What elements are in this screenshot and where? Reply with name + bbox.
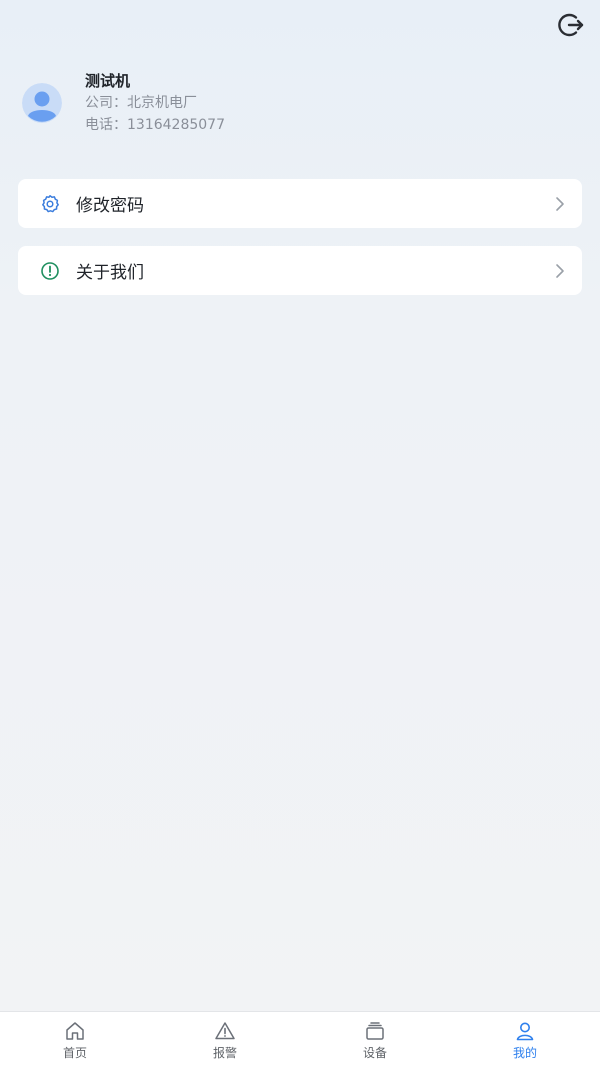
change-password-label: 修改密码 xyxy=(76,196,144,216)
about-us-item[interactable]: 关于我们 xyxy=(18,246,582,295)
tab-mine-label: 我的 xyxy=(512,1046,537,1060)
profile-phone: 电话：13164285077 xyxy=(85,117,225,133)
chevron-right-icon xyxy=(552,196,568,212)
tab-device-label: 设备 xyxy=(362,1046,387,1060)
gear-icon xyxy=(40,194,60,214)
about-us-label: 关于我们 xyxy=(76,263,144,283)
profile-name: 测试机 xyxy=(85,72,131,90)
profile-company: 公司：北京机电厂 xyxy=(85,95,197,111)
device-icon xyxy=(364,1020,386,1042)
tab-home-label: 首页 xyxy=(62,1046,87,1060)
user-icon xyxy=(514,1020,536,1042)
logout-button[interactable] xyxy=(556,10,586,40)
tab-device[interactable]: 设备 xyxy=(300,1012,450,1067)
tab-mine[interactable]: 我的 xyxy=(450,1012,600,1067)
logout-icon xyxy=(558,13,584,37)
home-icon xyxy=(64,1020,86,1042)
tab-alarm-label: 报警 xyxy=(212,1046,237,1060)
warning-icon xyxy=(214,1020,236,1042)
tab-alarm[interactable]: 报警 xyxy=(150,1012,300,1067)
chevron-right-icon xyxy=(552,263,568,279)
info-circle-icon xyxy=(40,261,60,281)
user-avatar-icon xyxy=(22,83,62,123)
tab-home[interactable]: 首页 xyxy=(0,1012,150,1067)
change-password-item[interactable]: 修改密码 xyxy=(18,179,582,228)
avatar xyxy=(22,83,62,123)
bottom-tab-bar: 首页 报警 设备 我的 xyxy=(0,1011,600,1067)
profile-section: 测试机 公司：北京机电厂 电话：13164285077 xyxy=(22,70,225,136)
